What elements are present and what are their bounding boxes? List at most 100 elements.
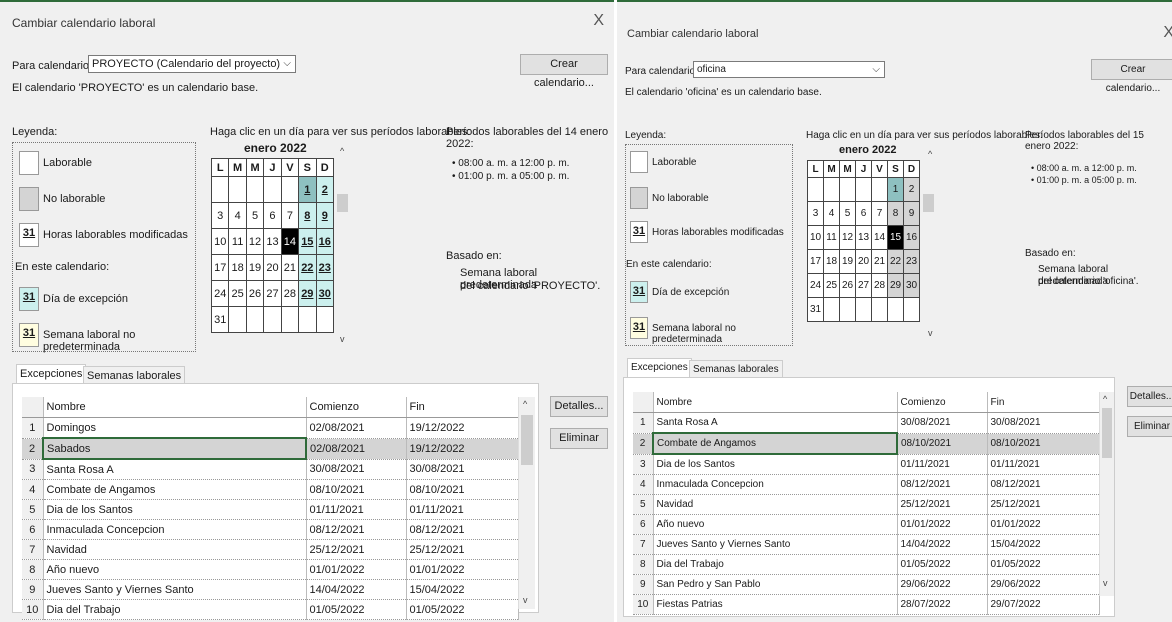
table-row-selected[interactable]: 2 Sabados 02/08/2021 19/12/2022 xyxy=(22,437,519,460)
day-cell[interactable]: 16 xyxy=(903,225,920,250)
col-name[interactable]: Nombre xyxy=(653,392,898,413)
day-cell[interactable]: 2 xyxy=(903,177,920,202)
table-row[interactable]: 9 Jueves Santo y Viernes Santo 14/04/2022 1… xyxy=(22,579,519,600)
day-cell[interactable]: 15 xyxy=(298,228,317,255)
exceptions-table[interactable]: Nombre Comienzo Fin 1 Domingos 02/08/2021 1… xyxy=(22,397,519,620)
day-cell[interactable]: 10 xyxy=(210,228,230,255)
day-cell[interactable]: 18 xyxy=(823,249,840,274)
tab-exceptions[interactable]: Excepciones xyxy=(627,358,692,378)
day-cell[interactable]: 1 xyxy=(887,177,904,202)
day-cell[interactable]: 4 xyxy=(823,201,840,226)
create-calendar-button[interactable]: Crear calendario... xyxy=(1091,59,1172,94)
table-row[interactable]: 5 Dia de los Santos 01/11/2021 01/11/2021 xyxy=(22,499,519,520)
day-cell[interactable]: 20 xyxy=(855,249,872,274)
day-cell[interactable]: 13 xyxy=(263,228,282,255)
calendar-grid-right[interactable]: L M M J V S D 12 3456789 10 11 12 13 14 15 16 … xyxy=(807,160,920,322)
chevron-up-icon[interactable]: ^ xyxy=(340,146,344,156)
day-cell[interactable]: 8 xyxy=(887,201,904,226)
table-row[interactable]: 7 Jueves Santo y Viernes Santo 14/04/2022 1… xyxy=(633,534,1100,555)
day-cell[interactable]: 6 xyxy=(263,202,282,229)
chevron-up-icon[interactable]: ^ xyxy=(523,399,527,409)
day-cell[interactable]: 6 xyxy=(855,201,872,226)
day-cell[interactable]: 2 xyxy=(315,176,335,203)
day-cell[interactable]: 31 xyxy=(210,306,230,333)
col-name[interactable]: Nombre xyxy=(43,397,307,418)
day-cell[interactable]: 5 xyxy=(245,202,265,229)
table-row[interactable]: 1 Domingos 02/08/2021 19/12/2022 xyxy=(22,417,519,439)
day-cell[interactable]: 31 xyxy=(807,297,824,322)
day-cell[interactable]: 29 xyxy=(298,280,317,307)
day-cell[interactable]: 8 xyxy=(298,202,317,229)
day-cell[interactable]: 24 xyxy=(807,273,824,298)
chevron-up-icon[interactable]: ^ xyxy=(928,149,932,159)
day-cell[interactable]: 29 xyxy=(887,273,904,298)
day-cell[interactable]: 23 xyxy=(315,254,335,281)
exceptions-table[interactable]: Nombre Comienzo Fin 1 Santa Rosa A 30/08/2… xyxy=(633,392,1100,615)
day-cell[interactable]: 4 xyxy=(228,202,247,229)
close-icon[interactable]: X xyxy=(593,12,604,30)
day-cell[interactable]: 18 xyxy=(228,254,247,281)
tab-work-weeks[interactable]: Semanas laborales xyxy=(689,360,783,378)
table-row[interactable]: 10 Dia del Trabajo 01/05/2022 01/05/2022 xyxy=(22,599,519,620)
day-cell[interactable]: 24 xyxy=(210,280,230,307)
table-scroll-thumb[interactable] xyxy=(521,415,533,465)
table-row[interactable]: 8 Dia del Trabajo 01/05/2022 01/05/2022 xyxy=(633,554,1100,575)
day-cell[interactable]: 22 xyxy=(298,254,317,281)
day-cell[interactable]: 26 xyxy=(839,273,856,298)
delete-button[interactable]: Eliminar xyxy=(1127,416,1172,437)
day-cell[interactable]: 26 xyxy=(245,280,265,307)
day-cell[interactable]: 23 xyxy=(903,249,920,274)
table-row[interactable]: 4 Inmaculada Concepcion 08/12/2021 08/12/20… xyxy=(633,474,1100,495)
day-cell[interactable]: 21 xyxy=(280,254,300,281)
day-cell[interactable]: 13 xyxy=(855,225,872,250)
chevron-up-icon[interactable]: ^ xyxy=(1103,394,1107,404)
calendar-scroll-thumb[interactable] xyxy=(923,194,934,212)
calendar-select[interactable]: oficina ⌵ xyxy=(693,61,885,78)
day-cell[interactable]: 19 xyxy=(245,254,265,281)
col-end[interactable]: Fin xyxy=(987,392,1100,413)
table-row[interactable]: 1 Santa Rosa A 30/08/2021 30/08/2021 xyxy=(633,412,1100,434)
create-calendar-button[interactable]: Crear calendario... xyxy=(520,54,608,89)
day-cell[interactable]: 3 xyxy=(210,202,230,229)
table-row[interactable]: 10 Fiestas Patrias 28/07/2022 29/07/2022 xyxy=(633,594,1100,615)
day-cell[interactable]: 9 xyxy=(315,202,335,229)
chevron-down-icon[interactable]: v xyxy=(928,328,933,338)
day-cell[interactable]: 1 xyxy=(298,176,317,203)
calendar-scroll-thumb[interactable] xyxy=(337,194,348,212)
day-cell[interactable]: 5 xyxy=(839,201,856,226)
table-row[interactable]: 9 San Pedro y San Pablo 29/06/2022 29/06/20… xyxy=(633,574,1100,595)
table-row[interactable]: 5 Navidad 25/12/2021 25/12/2021 xyxy=(633,494,1100,515)
table-row[interactable]: 6 Año nuevo 01/01/2022 01/01/2022 xyxy=(633,514,1100,535)
table-scrollbar[interactable]: ^ v xyxy=(1099,392,1114,596)
table-row[interactable]: 4 Combate de Angamos 08/10/2021 08/10/2021 xyxy=(22,479,519,500)
chevron-down-icon[interactable]: v xyxy=(1103,578,1108,588)
day-cell[interactable]: 17 xyxy=(210,254,230,281)
table-scroll-thumb[interactable] xyxy=(1102,408,1112,458)
day-cell[interactable]: 30 xyxy=(903,273,920,298)
calendar-select[interactable]: PROYECTO (Calendario del proyecto) ⌵ xyxy=(88,55,296,73)
col-start[interactable]: Comienzo xyxy=(306,397,407,418)
day-cell[interactable]: 7 xyxy=(280,202,300,229)
tab-exceptions[interactable]: Excepciones xyxy=(16,364,87,384)
details-button[interactable]: Detalles... xyxy=(550,396,608,417)
day-cell[interactable]: 28 xyxy=(871,273,888,298)
day-cell[interactable]: 12 xyxy=(839,225,856,250)
day-cell[interactable]: 21 xyxy=(871,249,888,274)
day-cell[interactable]: 11 xyxy=(228,228,247,255)
day-cell-selected[interactable]: 14 xyxy=(280,228,300,255)
day-cell[interactable]: 12 xyxy=(245,228,265,255)
day-cell-selected[interactable]: 15 xyxy=(887,225,904,250)
day-cell[interactable]: 25 xyxy=(823,273,840,298)
table-row-selected[interactable]: 2 Combate de Angamos 08/10/2021 08/10/2021 xyxy=(633,432,1100,455)
table-scrollbar[interactable]: ^ v xyxy=(518,397,535,609)
table-row[interactable]: 3 Dia de los Santos 01/11/2021 01/11/2021 xyxy=(633,454,1100,475)
delete-button[interactable]: Eliminar xyxy=(550,428,608,449)
table-row[interactable]: 3 Santa Rosa A 30/08/2021 30/08/2021 xyxy=(22,459,519,480)
day-cell[interactable]: 25 xyxy=(228,280,247,307)
day-cell[interactable]: 22 xyxy=(887,249,904,274)
day-cell[interactable]: 17 xyxy=(807,249,824,274)
day-cell[interactable]: 27 xyxy=(263,280,282,307)
details-button[interactable]: Detalles... xyxy=(1127,386,1172,407)
day-cell[interactable]: 28 xyxy=(280,280,300,307)
day-cell[interactable]: 3 xyxy=(807,201,824,226)
